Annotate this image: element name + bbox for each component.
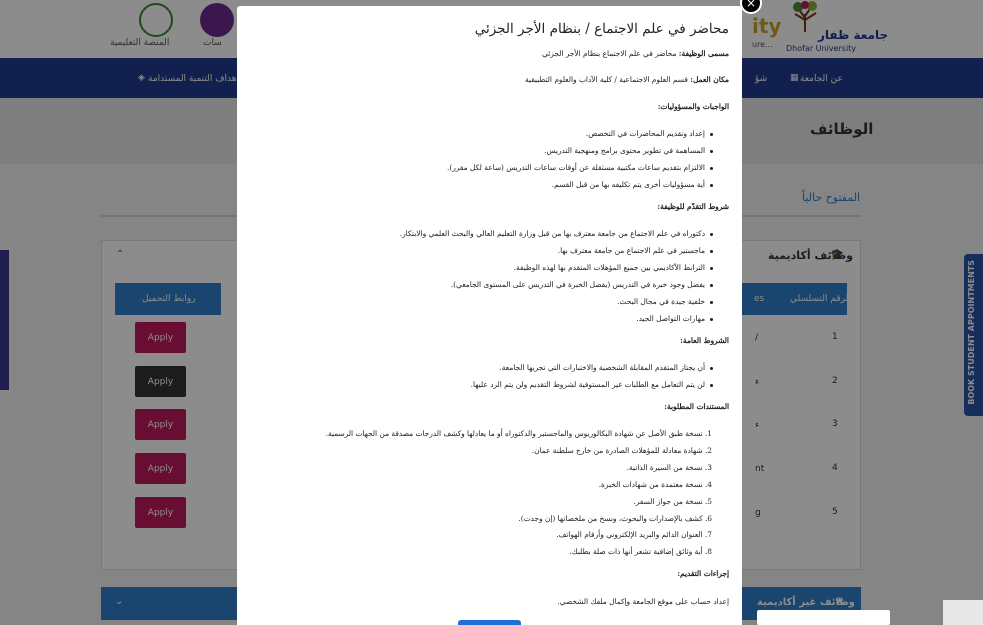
modal-title: محاضر في علم الاجتماع / بنظام الأجر الجز… (474, 21, 729, 37)
procedures-heading: إجراءات التقديم: (677, 569, 729, 578)
bullet-icon (710, 167, 713, 170)
bullet-icon (710, 384, 713, 387)
document-item: 8. أية وثائق إضافية تشعر أنها ذات صلة بط… (569, 547, 712, 556)
general-item: أن يجتاز المتقدم المقابلة الشخصية والاخت… (499, 363, 705, 372)
duties-heading: الواجبات والمسؤوليات: (657, 102, 729, 111)
chat-widget-box[interactable] (757, 610, 890, 625)
general-heading: الشروط العامة: (680, 336, 729, 345)
bullet-icon (710, 184, 713, 187)
requirement-item: دكتوراه في علم الاجتماع من جامعة معترف ب… (399, 229, 705, 238)
bullet-icon (710, 367, 713, 370)
job-title-value: محاضر في علم الاجتماع بنظام الأجر الجزئي (542, 49, 679, 58)
duty-item: الالتزام بتقديم ساعات مكتبية مستقلة عن أ… (446, 163, 705, 172)
job-title-label: مسمى الوظيفة: (678, 49, 729, 58)
bullet-icon (710, 133, 713, 136)
workplace-label: مكان العمل: (690, 75, 729, 84)
requirement-item: يفضل وجود خبرة في التدريس (يفضل الخبرة ف… (450, 280, 705, 289)
document-item: 7. العنوان الدائم والبريد الإلكتروني وأر… (556, 530, 712, 539)
document-item: 1. نسخة طبق الأصل عن شهادة البكالوريوس و… (325, 429, 712, 438)
document-item: 2. شهادة معادلة للمؤهلات الصادرة من خارج… (531, 446, 712, 455)
modal-submit-button[interactable] (458, 620, 521, 625)
documents-heading: المستندات المطلوبة: (664, 402, 729, 411)
bullet-icon (710, 267, 713, 270)
requirement-item: الترابط الأكاديمي بين جميع المؤهلات المت… (513, 263, 705, 272)
document-item: 6. كشف بالإصدارات والبحوث، ونسخ من ملخصا… (518, 514, 712, 523)
workplace-line: مكان العمل: قسم العلوم الاجتماعية / كلية… (525, 75, 729, 84)
requirement-item: مهارات التواصل الجيد. (636, 314, 705, 323)
document-item: 3. نسخة من السيرة الذاتية. (626, 463, 712, 472)
workplace-value: قسم العلوم الاجتماعية / كلية الآداب والع… (525, 75, 691, 84)
bullet-icon (710, 301, 713, 304)
bullet-icon (710, 284, 713, 287)
duty-item: المساهمة في تطوير محتوى برامج ومنهجية ال… (544, 146, 705, 155)
bullet-icon (710, 233, 713, 236)
requirement-item: ماجستير في علم الاجتماع من جامعة معترف ب… (557, 246, 705, 255)
duty-item: إعداد وتقديم المحاضرات في التخصص. (585, 129, 705, 138)
recaptcha-badge-icon (943, 600, 983, 625)
document-item: 5. نسخة من جواز السفر. (633, 497, 713, 506)
bullet-icon (710, 250, 713, 253)
duty-item: أية مسؤوليات أخرى يتم تكليفه بها من قبل … (551, 180, 705, 189)
requirements-heading: شروط التقدّم للوظيفة: (657, 202, 729, 211)
bullet-icon (710, 318, 713, 321)
job-details-modal: محاضر في علم الاجتماع / بنظام الأجر الجز… (237, 6, 742, 625)
bullet-icon (710, 150, 713, 153)
general-item: لن يتم التعامل مع الطلبات غير المستوفية … (470, 380, 705, 389)
document-item: 4. نسخة معتمدة من شهادات الخبرة. (598, 480, 712, 489)
requirement-item: خلفية جيدة في مجال البحث. (617, 297, 705, 306)
job-title-line: مسمى الوظيفة: محاضر في علم الاجتماع بنظا… (542, 49, 729, 58)
procedures-text: إعداد حساب على موقع الجامعة وإكمال ملفك … (557, 597, 729, 606)
